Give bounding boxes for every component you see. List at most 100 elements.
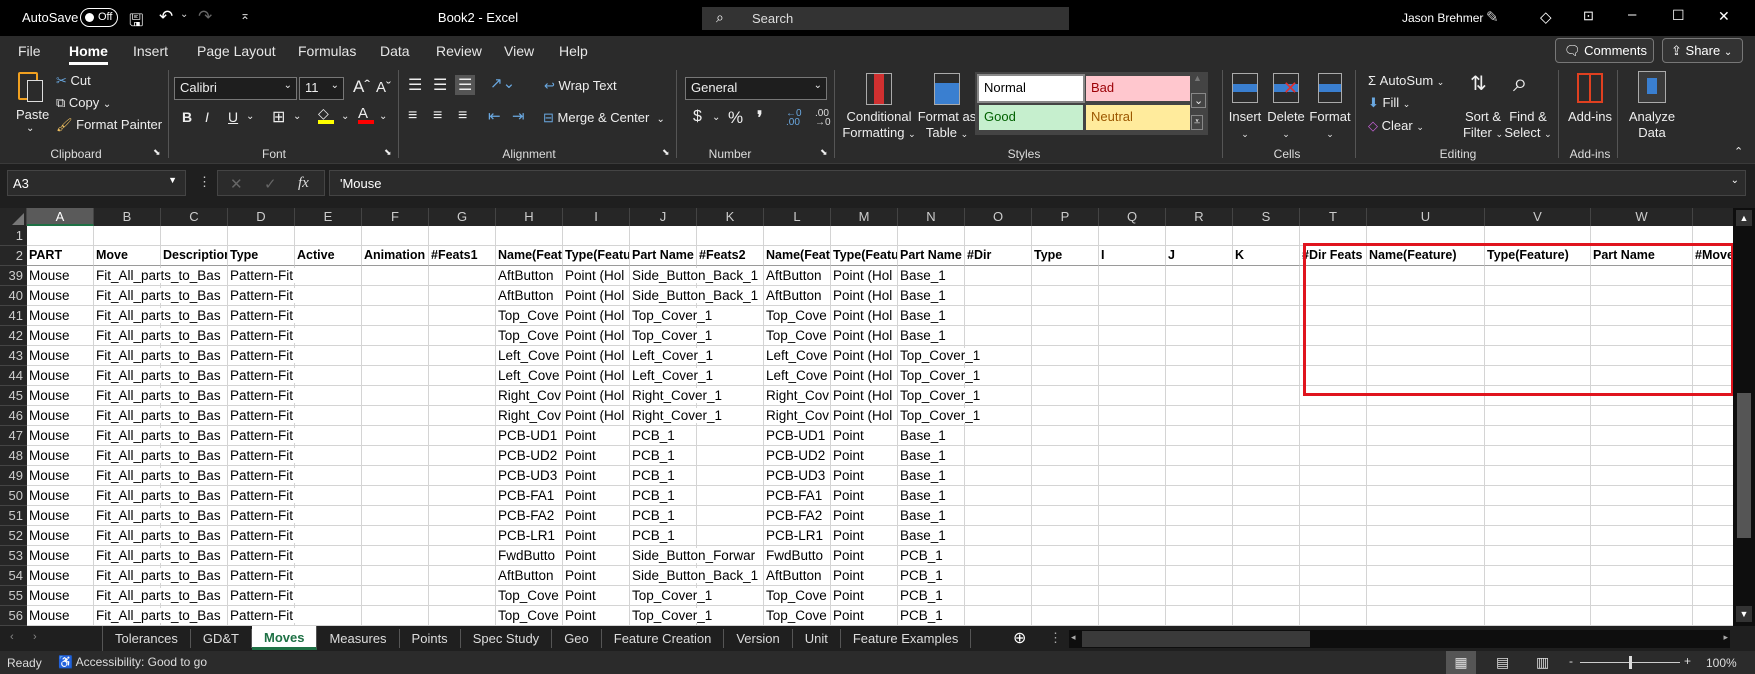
cell-A51[interactable]: Mouse bbox=[27, 506, 94, 526]
cell-F1[interactable] bbox=[362, 226, 429, 246]
row-header[interactable]: 45 bbox=[0, 386, 27, 406]
cell-E42[interactable] bbox=[295, 326, 362, 346]
cell-X47[interactable] bbox=[1693, 426, 1733, 446]
cell-S56[interactable] bbox=[1233, 606, 1300, 626]
cell-A47[interactable]: Mouse bbox=[27, 426, 94, 446]
cell-E56[interactable] bbox=[295, 606, 362, 626]
cell-G49[interactable] bbox=[429, 466, 496, 486]
cell-D43[interactable]: Pattern-Fit bbox=[228, 346, 296, 366]
cell-Q39[interactable] bbox=[1099, 266, 1166, 286]
cell-T42[interactable] bbox=[1300, 326, 1367, 346]
cell-L51[interactable]: PCB-FA2 bbox=[764, 506, 831, 526]
cell-F44[interactable] bbox=[362, 366, 429, 386]
sheet-tab-unit[interactable]: Unit bbox=[793, 629, 841, 648]
cell-G50[interactable] bbox=[429, 486, 496, 506]
zoom-slider-thumb[interactable] bbox=[1629, 656, 1632, 669]
save-icon[interactable]: 🖫 bbox=[129, 8, 143, 37]
cell-X50[interactable] bbox=[1693, 486, 1733, 506]
cell-A44[interactable]: Mouse bbox=[27, 366, 94, 386]
cell-D56[interactable]: Pattern-Fit bbox=[228, 606, 296, 626]
cell-S2[interactable]: K bbox=[1233, 246, 1300, 266]
cell-U50[interactable] bbox=[1367, 486, 1485, 506]
cell-F41[interactable] bbox=[362, 306, 429, 326]
cell-N40[interactable]: Base_1 bbox=[898, 286, 965, 306]
cell-W45[interactable] bbox=[1591, 386, 1693, 406]
cell-Q1[interactable] bbox=[1099, 226, 1166, 246]
insert-button[interactable]: Insert ⌄ bbox=[1229, 109, 1262, 142]
cell-O49[interactable] bbox=[965, 466, 1032, 486]
horizontal-scroll-thumb[interactable] bbox=[1082, 631, 1310, 647]
dialog-launcher-icon[interactable]: ⬊ bbox=[820, 147, 828, 158]
name-box[interactable]: A3 ▼ bbox=[7, 170, 186, 196]
number-format-select[interactable]: General ⌄ bbox=[685, 77, 827, 100]
cell-N56[interactable]: PCB_1 bbox=[898, 606, 965, 626]
tab-file[interactable]: File bbox=[18, 43, 41, 59]
search-box[interactable]: ⌕ Search bbox=[702, 7, 1069, 30]
cell-P43[interactable] bbox=[1032, 346, 1099, 366]
cell-K49[interactable] bbox=[697, 466, 764, 486]
cell-N55[interactable]: PCB_1 bbox=[898, 586, 965, 606]
insert-function-icon[interactable]: fx bbox=[298, 175, 309, 192]
cell-T46[interactable] bbox=[1300, 406, 1367, 426]
paste-label[interactable]: Paste bbox=[16, 107, 49, 122]
cell-O50[interactable] bbox=[965, 486, 1032, 506]
cell-R52[interactable] bbox=[1166, 526, 1233, 546]
cell-M52[interactable]: Point bbox=[831, 526, 898, 546]
cell-M42[interactable]: Point (Hol bbox=[831, 326, 898, 346]
font-name-select[interactable]: Calibri ⌄ bbox=[174, 77, 297, 100]
cell-V56[interactable] bbox=[1485, 606, 1591, 626]
cell-W43[interactable] bbox=[1591, 346, 1693, 366]
cell-L47[interactable]: PCB-UD1 bbox=[764, 426, 831, 446]
cell-S49[interactable] bbox=[1233, 466, 1300, 486]
cell-L48[interactable]: PCB-UD2 bbox=[764, 446, 831, 466]
sheet-tab-measures[interactable]: Measures bbox=[317, 629, 400, 648]
cell-M51[interactable]: Point bbox=[831, 506, 898, 526]
cell-J42[interactable]: Top_Cover_1 bbox=[630, 326, 715, 346]
cell-B50[interactable]: Fit_All_parts_to_Bas bbox=[94, 486, 223, 506]
cell-B55[interactable]: Fit_All_parts_to_Bas bbox=[94, 586, 223, 606]
cell-P44[interactable] bbox=[1032, 366, 1099, 386]
cell-V45[interactable] bbox=[1485, 386, 1591, 406]
cell-X54[interactable] bbox=[1693, 566, 1733, 586]
cell-F53[interactable] bbox=[362, 546, 429, 566]
cell-W40[interactable] bbox=[1591, 286, 1693, 306]
cell-A40[interactable]: Mouse bbox=[27, 286, 94, 306]
cell-M56[interactable]: Point bbox=[831, 606, 898, 626]
cell-I1[interactable] bbox=[563, 226, 630, 246]
cell-A41[interactable]: Mouse bbox=[27, 306, 94, 326]
cell-R41[interactable] bbox=[1166, 306, 1233, 326]
chevron-down-icon[interactable]: ⌄ bbox=[712, 112, 720, 123]
cell-G47[interactable] bbox=[429, 426, 496, 446]
comments-button[interactable]: 🗨 Comments bbox=[1555, 38, 1654, 63]
cell-W51[interactable] bbox=[1591, 506, 1693, 526]
cell-R45[interactable] bbox=[1166, 386, 1233, 406]
cell-L39[interactable]: AftButton bbox=[764, 266, 831, 286]
top-align-icon[interactable]: ☰ bbox=[408, 75, 422, 95]
cell-H54[interactable]: AftButton bbox=[496, 566, 563, 586]
cell-W56[interactable] bbox=[1591, 606, 1693, 626]
chevron-down-icon[interactable]: ⌄ bbox=[341, 111, 349, 122]
cell-W44[interactable] bbox=[1591, 366, 1693, 386]
cell-N51[interactable]: Base_1 bbox=[898, 506, 965, 526]
tab-data[interactable]: Data bbox=[380, 43, 410, 59]
cell-K52[interactable] bbox=[697, 526, 764, 546]
cell-E53[interactable] bbox=[295, 546, 362, 566]
cell-E52[interactable] bbox=[295, 526, 362, 546]
cell-B2[interactable]: Move bbox=[94, 246, 161, 266]
cell-M40[interactable]: Point (Hol bbox=[831, 286, 898, 306]
cell-G52[interactable] bbox=[429, 526, 496, 546]
column-header-V[interactable]: V bbox=[1485, 208, 1591, 226]
cell-U47[interactable] bbox=[1367, 426, 1485, 446]
cut-button[interactable]: ✂ Cut bbox=[56, 73, 91, 89]
cell-O54[interactable] bbox=[965, 566, 1032, 586]
row-header[interactable]: 51 bbox=[0, 506, 27, 526]
cell-Q56[interactable] bbox=[1099, 606, 1166, 626]
cell-U43[interactable] bbox=[1367, 346, 1485, 366]
orientation-icon[interactable]: ↗⌄ bbox=[490, 74, 515, 92]
cell-E50[interactable] bbox=[295, 486, 362, 506]
cell-S51[interactable] bbox=[1233, 506, 1300, 526]
close-icon[interactable]: ✕ bbox=[1718, 8, 1730, 25]
cell-E54[interactable] bbox=[295, 566, 362, 586]
font-color-icon[interactable]: A bbox=[358, 105, 374, 124]
tab-insert[interactable]: Insert bbox=[133, 43, 168, 59]
